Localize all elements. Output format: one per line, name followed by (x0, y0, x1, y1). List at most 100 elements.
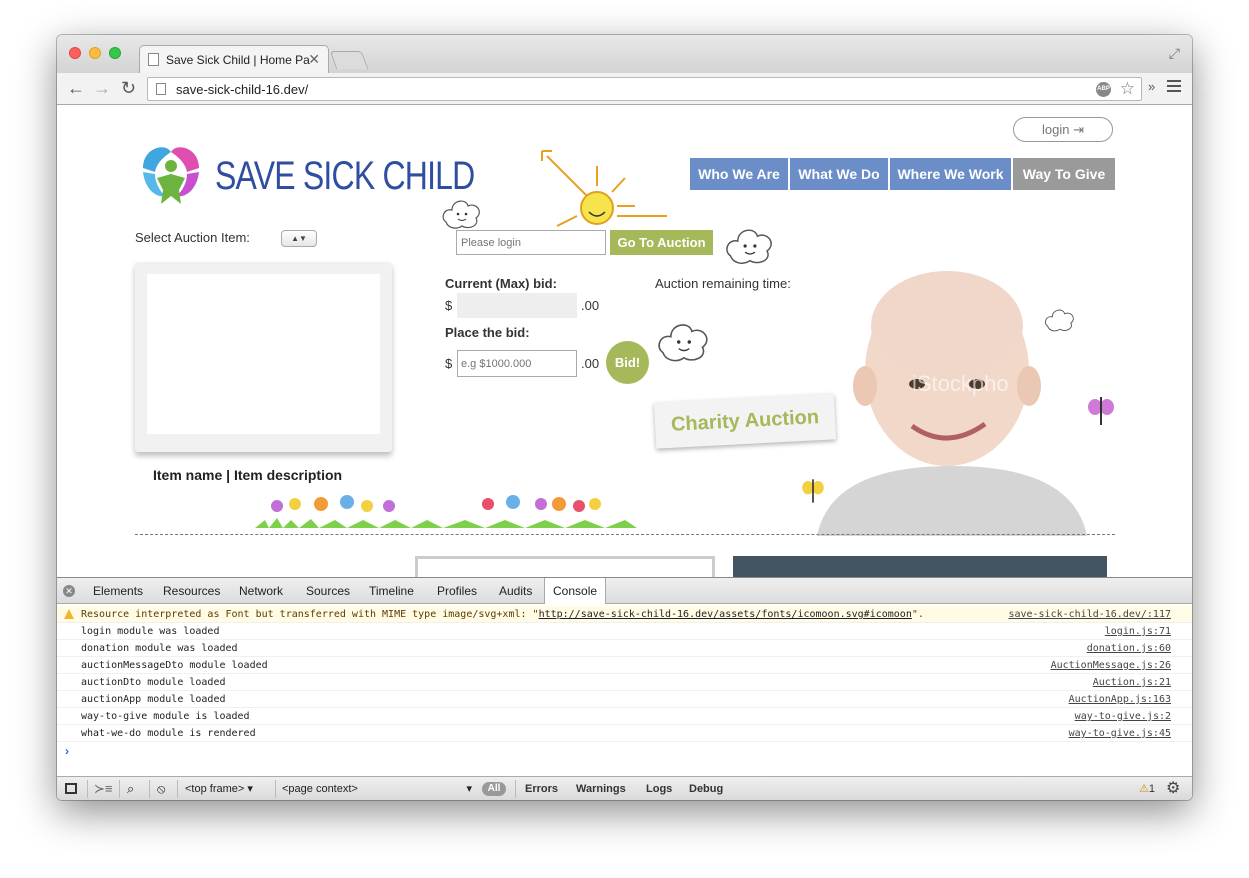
frame-selector[interactable]: <top frame> ▾ (185, 777, 253, 800)
devtools-status-bar: ≻≡ ⌕ ⦸ <top frame> ▾ <page context> ▾ All… (57, 776, 1192, 800)
nav-where-we-work[interactable]: Where We Work (890, 158, 1011, 190)
console-source-link[interactable]: AuctionMessage.js:26 (1051, 657, 1171, 674)
console-source-link[interactable]: way-to-give.js:2 (1075, 708, 1171, 725)
warning-count-icon[interactable]: ⚠1 (1139, 777, 1155, 800)
close-window-button[interactable] (69, 47, 81, 59)
devtools-tab-bar: ✕ Elements Resources Network Sources Tim… (57, 578, 1192, 604)
logo-text: SAVE SICK CHILD (215, 154, 475, 198)
page-icon (156, 83, 166, 95)
page-viewport: login ⇥ SAVE SICK CHILD Who We Are What … (57, 106, 1192, 577)
current-bid-value (457, 293, 577, 318)
tab-sources[interactable]: Sources (298, 578, 358, 604)
log-message: way-to-give module is loaded (81, 711, 250, 722)
logo-icon (143, 147, 199, 204)
tab-console[interactable]: Console (544, 578, 607, 604)
clear-console-icon[interactable]: ⦸ (157, 777, 165, 800)
warning-resource-link[interactable]: http://save-sick-child-16.dev/assets/fon… (539, 609, 912, 620)
charity-auction-badge: Charity Auction (653, 393, 837, 449)
drawer-toggle-icon[interactable]: ≻≡ (94, 777, 112, 800)
item-image-card (135, 262, 392, 452)
reload-icon[interactable]: ↻ (121, 78, 136, 98)
content-panel (415, 556, 715, 577)
sun-drawing-icon (541, 150, 667, 227)
search-icon[interactable]: ⌕ (127, 777, 134, 800)
log-message: login module was loaded (81, 626, 220, 637)
tab-network[interactable]: Network (231, 578, 291, 604)
login-required-input[interactable] (456, 230, 606, 255)
svg-text:iStockpho: iStockpho (912, 371, 1009, 396)
warning-message-suffix: ". (911, 609, 924, 620)
bid-amount-input[interactable] (457, 350, 577, 377)
nav-what-we-do[interactable]: What We Do (790, 158, 888, 190)
settings-gear-icon[interactable]: ⚙ (1166, 777, 1180, 800)
forward-arrow-icon[interactable]: → (93, 78, 111, 98)
new-tab-button[interactable] (329, 51, 369, 69)
console-source-link[interactable]: way-to-give.js:45 (1069, 725, 1171, 742)
back-arrow-icon[interactable]: ← (67, 78, 85, 98)
content-image-panel (733, 556, 1107, 577)
console-prompt-icon[interactable]: › (65, 744, 69, 758)
context-selector[interactable]: <page context> ▾ (282, 777, 472, 800)
console-source-link[interactable]: save-sick-child-16.dev/:117 (1008, 606, 1171, 623)
current-bid-label: Current (Max) bid: (445, 276, 557, 291)
browser-window: Save Sick Child | Home Pa ✕ ⤢ ← → ↻ save… (57, 35, 1192, 800)
address-bar[interactable]: save-sick-child-16.dev/ ABP ☆ (147, 77, 1142, 101)
tab-resources[interactable]: Resources (155, 578, 228, 604)
devtools-panel: ✕ Elements Resources Network Sources Tim… (57, 577, 1192, 800)
zoom-window-button[interactable] (109, 47, 121, 59)
tab-profiles[interactable]: Profiles (429, 578, 485, 604)
extensions-overflow-icon[interactable]: » (1148, 79, 1155, 94)
console-log-row: way-to-give module is loaded way-to-give… (57, 708, 1192, 725)
child-photo-image: iStockpho (817, 271, 1087, 536)
filter-debug[interactable]: Debug (689, 777, 723, 800)
console-log-row: auctionMessageDto module loaded AuctionM… (57, 657, 1192, 674)
butterfly-icon (1088, 397, 1114, 425)
warning-icon (64, 609, 74, 619)
log-message: auctionDto module loaded (81, 677, 226, 688)
console-source-link[interactable]: Auction.js:21 (1093, 674, 1171, 691)
page-icon (148, 53, 159, 66)
console-source-link[interactable]: donation.js:60 (1087, 640, 1171, 657)
close-tab-icon[interactable]: ✕ (308, 51, 320, 68)
item-image (147, 274, 380, 434)
tab-elements[interactable]: Elements (85, 578, 151, 604)
console-warning-row: Resource interpreted as Font but transfe… (57, 606, 1192, 623)
filter-all-button[interactable]: All (482, 782, 506, 796)
remaining-time-label: Auction remaining time: (655, 276, 791, 291)
cloud-drawing-icon (442, 200, 480, 229)
url-text: save-sick-child-16.dev/ (176, 82, 309, 97)
cloud-drawing-icon (658, 324, 708, 362)
dock-toggle-icon[interactable] (65, 777, 79, 800)
console-log-row: what-we-do module is rendered way-to-giv… (57, 725, 1192, 742)
section-divider (135, 534, 1115, 535)
nav-way-to-give[interactable]: Way To Give (1013, 158, 1115, 190)
select-auction-label: Select Auction Item: (135, 230, 250, 245)
filter-warnings[interactable]: Warnings (576, 777, 626, 800)
bookmark-star-icon[interactable]: ☆ (1120, 79, 1135, 99)
menu-icon[interactable] (1167, 80, 1181, 95)
go-to-auction-button[interactable]: Go To Auction (610, 230, 713, 255)
adblock-icon[interactable]: ABP (1096, 82, 1111, 97)
close-devtools-icon[interactable]: ✕ (63, 585, 75, 597)
auction-item-select[interactable]: ▲▼ (281, 230, 317, 247)
browser-tab[interactable]: Save Sick Child | Home Pa ✕ (139, 45, 329, 73)
login-button[interactable]: login ⇥ (1013, 117, 1113, 142)
filter-errors[interactable]: Errors (525, 777, 558, 800)
log-message: auctionApp module loaded (81, 694, 226, 705)
cents-label: .00 (581, 356, 600, 371)
fullscreen-icon[interactable]: ⤢ (1169, 45, 1180, 62)
nav-who-we-are[interactable]: Who We Are (690, 158, 788, 190)
butterfly-icon (802, 479, 824, 503)
browser-toolbar: ← → ↻ save-sick-child-16.dev/ ABP ☆ » (57, 73, 1192, 105)
console-source-link[interactable]: login.js:71 (1105, 623, 1171, 640)
console-source-link[interactable]: AuctionApp.js:163 (1069, 691, 1171, 708)
tab-audits[interactable]: Audits (491, 578, 540, 604)
filter-logs[interactable]: Logs (646, 777, 672, 800)
bid-button[interactable]: Bid! (606, 341, 649, 384)
log-message: auctionMessageDto module loaded (81, 660, 268, 671)
tab-timeline[interactable]: Timeline (361, 578, 422, 604)
minimize-window-button[interactable] (89, 47, 101, 59)
console-log-row: login module was loaded login.js:71 (57, 623, 1192, 640)
console-log-row: donation module was loaded donation.js:6… (57, 640, 1192, 657)
item-caption: Item name | Item description (153, 467, 343, 483)
